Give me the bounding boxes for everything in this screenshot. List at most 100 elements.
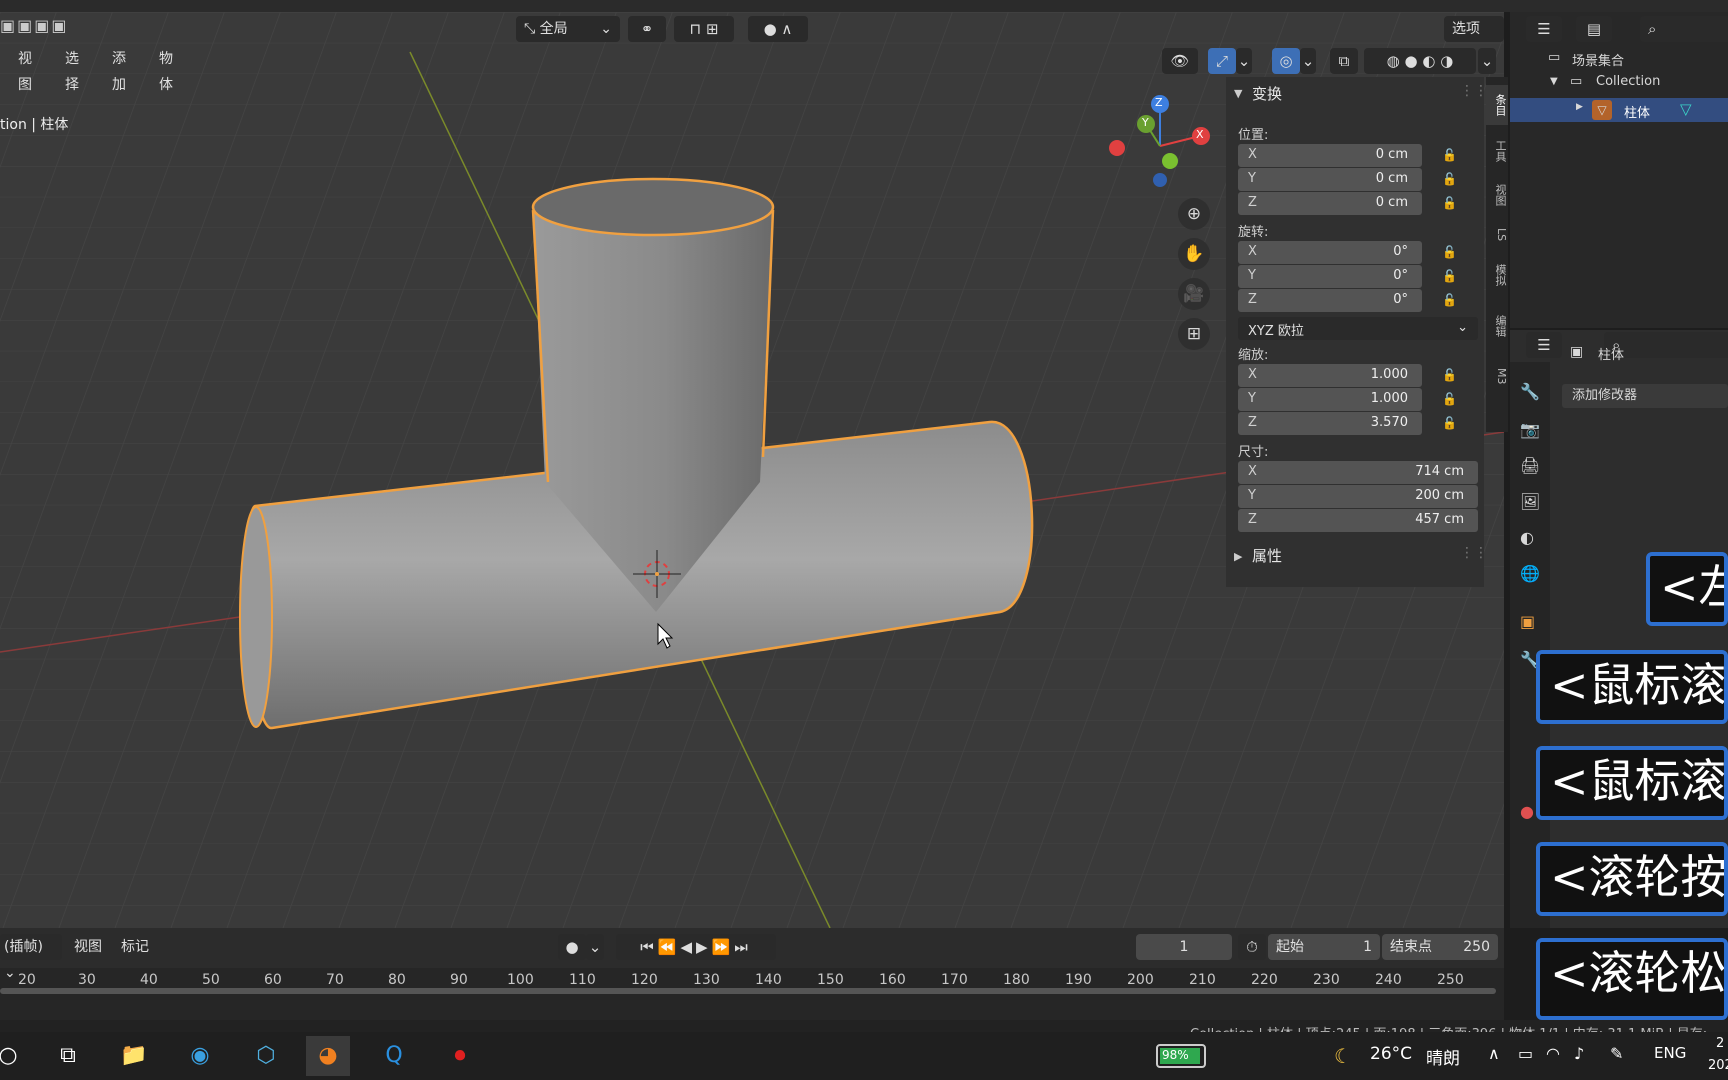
dimension-z-field[interactable]: Z 457 cm (1238, 509, 1478, 532)
snap-icon[interactable]: ⊓ ⊞ (674, 16, 734, 42)
lock-icon[interactable]: 🔓 (1442, 245, 1458, 259)
editor-type-icon[interactable]: ☰ (1526, 16, 1562, 42)
add-modifier-button[interactable]: 添加修改器 (1562, 384, 1728, 408)
chevron-down-icon[interactable]: ⌄ (1478, 48, 1496, 74)
display-mode-icon[interactable]: ▤ (1576, 16, 1612, 42)
scale-x-field[interactable]: X 1.000 (1238, 364, 1422, 387)
menu-select[interactable]: 选择 (57, 46, 87, 93)
material-icon[interactable]: ● (1520, 802, 1534, 821)
chevron-down-icon[interactable]: ▼ (1234, 87, 1242, 100)
keying-mode-dropdown[interactable]: (插帧) ⌄ (0, 934, 62, 981)
search-icon[interactable]: ○ (0, 1036, 30, 1076)
edge-browser-icon[interactable]: ◉ (178, 1036, 222, 1076)
rotation-y-field[interactable]: Y 0° (1238, 265, 1422, 288)
stopwatch-icon[interactable]: ⏱ (1238, 934, 1266, 960)
rotation-z-field[interactable]: Z 0° (1238, 289, 1422, 312)
input-language[interactable]: ENG (1654, 1044, 1686, 1062)
world-icon[interactable]: 🌐 (1520, 564, 1540, 583)
clock[interactable]: 2 (1716, 1036, 1724, 1051)
tab-ls[interactable]: LS (1486, 221, 1508, 249)
proportional-edit-icon[interactable]: ● ∧ (748, 16, 808, 42)
blender-icon[interactable]: ◕ (306, 1036, 350, 1076)
dimension-y-field[interactable]: Y 200 cm (1238, 485, 1478, 508)
select-mode-icons[interactable]: ▣▣▣▣ (0, 12, 90, 35)
timeline-menu-view[interactable]: 视图 (66, 934, 110, 960)
chevron-down-icon[interactable]: ⌄ (586, 934, 604, 960)
menu-view[interactable]: 视图 (10, 46, 40, 93)
object-icon[interactable]: ▣ (1520, 612, 1535, 631)
navigation-gizmo[interactable]: Z X Y (1104, 94, 1224, 194)
rotation-x-field[interactable]: X 0° (1238, 241, 1422, 264)
zoom-icon[interactable]: ⊕ (1178, 198, 1210, 230)
scene-collection-label[interactable]: 场景集合 (1572, 50, 1624, 69)
editor-type-icon[interactable]: ☰ (1526, 332, 1562, 358)
scale-z-field[interactable]: Z 3.570 (1238, 412, 1422, 435)
chevron-right-icon[interactable]: ▶ (1576, 102, 1583, 112)
scale-y-field[interactable]: Y 1.000 (1238, 388, 1422, 411)
end-frame-field[interactable]: 结束点 250 (1382, 934, 1498, 960)
chevron-down-icon[interactable]: ▼ (1550, 76, 1558, 87)
3d-app-icon[interactable]: ⬡ (244, 1036, 288, 1076)
workspace-tabs-strip[interactable] (0, 0, 1728, 12)
current-frame-field[interactable]: 1 (1136, 934, 1232, 960)
chevron-up-icon[interactable]: ∧ (1488, 1044, 1500, 1063)
lock-icon[interactable]: 🔓 (1442, 392, 1458, 406)
speaker-icon[interactable]: ♪ (1574, 1044, 1584, 1063)
camera-icon[interactable]: 🎥 (1178, 278, 1210, 310)
output-icon[interactable]: 🖨 (1520, 456, 1540, 475)
menu-object[interactable]: 物体 (151, 46, 181, 93)
tab-m3[interactable]: M3 (1486, 361, 1508, 391)
timeline-menu-marker[interactable]: 标记 (113, 934, 157, 960)
tab-view[interactable]: 视图 (1486, 177, 1508, 213)
tab-item[interactable]: 条目 (1486, 85, 1508, 125)
search-icon[interactable]: ⌕ (1640, 16, 1728, 42)
view-layer-icon[interactable]: 🖼 (1520, 492, 1540, 511)
outliner-row-selected[interactable]: ▶ ▽ 柱体 ▽ (1510, 98, 1728, 122)
timeline-scrollbar[interactable] (0, 988, 1496, 994)
lock-icon[interactable]: 🔓 (1442, 416, 1458, 430)
tab-tool[interactable]: 工具 (1486, 133, 1508, 169)
recorder-icon[interactable]: ⏺ (438, 1036, 482, 1076)
lock-icon[interactable]: 🔓 (1442, 368, 1458, 382)
date[interactable]: 202 (1708, 1058, 1728, 1073)
file-explorer-icon[interactable]: 📁 (112, 1036, 156, 1076)
device-icon[interactable]: ▭ (1518, 1044, 1533, 1063)
start-frame-field[interactable]: 起始 1 (1268, 934, 1380, 960)
options-dropdown[interactable]: 选项 ⌄ (1444, 16, 1504, 63)
location-x-field[interactable]: X0 cm (1238, 144, 1422, 167)
pan-hand-icon[interactable]: ✋ (1178, 238, 1210, 270)
location-z-field[interactable]: Z0 cm (1238, 192, 1422, 215)
chevron-down-icon[interactable]: ⌄ (1236, 48, 1252, 74)
tab-edit[interactable]: 编辑 (1486, 301, 1508, 351)
render-icon[interactable]: 📷 (1520, 420, 1540, 439)
pivot-point-icon[interactable]: ⚭ (628, 16, 666, 42)
playback-controls[interactable]: ⏮⏪◀▶⏩⏭ (616, 934, 776, 960)
record-icon[interactable]: ● (558, 934, 586, 960)
scene-icon[interactable]: ◐ (1520, 528, 1534, 547)
chevron-down-icon[interactable]: ⌄ (1300, 48, 1316, 74)
transform-panel-title[interactable]: 变换 (1252, 83, 1282, 104)
xray-toggle-icon[interactable]: ⧉ (1330, 48, 1358, 74)
location-y-field[interactable]: Y0 cm (1238, 168, 1422, 191)
shading-mode-group[interactable]: ◍ ● ◐ ◑ (1364, 48, 1476, 74)
pen-icon[interactable]: ✎ (1610, 1044, 1623, 1063)
wifi-icon[interactable]: ◠ (1546, 1044, 1560, 1063)
visibility-eye-icon[interactable]: 👁 (1162, 48, 1198, 74)
tool-icon[interactable]: 🔧 (1520, 382, 1540, 401)
overlays-toggle-icon[interactable]: ◎ (1272, 48, 1300, 74)
weather-temperature[interactable]: 26°C (1370, 1044, 1412, 1064)
app-q-icon[interactable]: Q (372, 1036, 416, 1076)
grid-perspective-icon[interactable]: ⊞ (1178, 318, 1210, 350)
drag-handle-icon[interactable]: ⋮⋮ (1460, 545, 1488, 561)
transform-orientation-dropdown[interactable]: ⤡ 全局 ⌄ (516, 16, 620, 42)
battery-icon[interactable]: 98% (1156, 1044, 1206, 1068)
gizmo-toggle-icon[interactable]: ⤢ (1208, 48, 1236, 74)
drag-handle-icon[interactable]: ⋮⋮ (1460, 83, 1488, 99)
lock-icon[interactable]: 🔓 (1442, 172, 1458, 186)
lock-icon[interactable]: 🔓 (1442, 196, 1458, 210)
collection-label[interactable]: Collection (1596, 74, 1660, 89)
lock-icon[interactable]: 🔓 (1442, 269, 1458, 283)
properties-panel-title[interactable]: 属性 (1252, 545, 1282, 566)
menu-add[interactable]: 添加 (104, 46, 134, 93)
lock-icon[interactable]: 🔓 (1442, 148, 1458, 162)
